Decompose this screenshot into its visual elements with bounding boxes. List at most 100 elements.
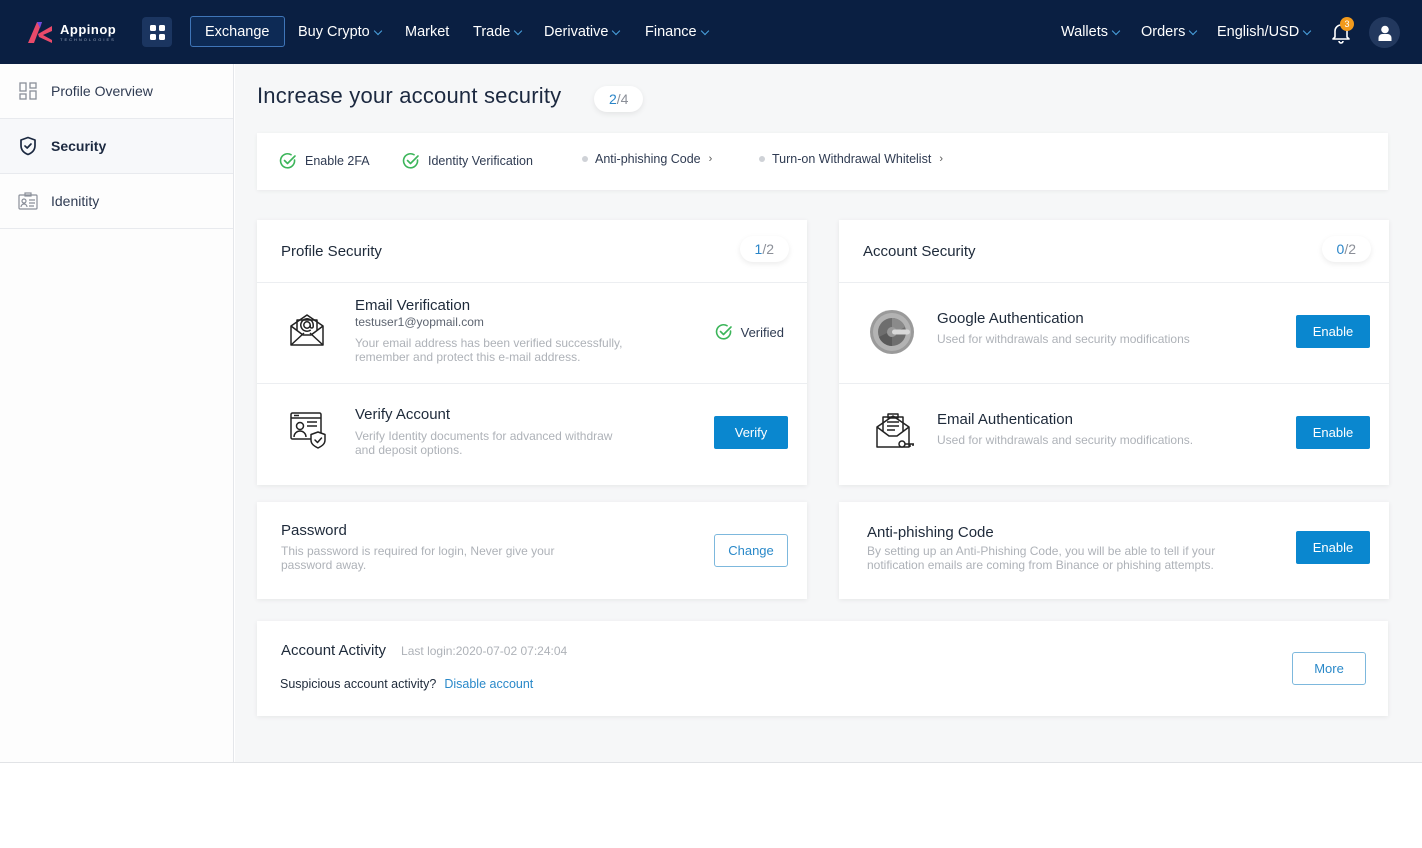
nav-derivative[interactable]: Derivative: [544, 20, 621, 44]
row-description: Used for withdrawals and security modifi…: [937, 433, 1194, 447]
nav-derivative-label: Derivative: [544, 24, 609, 40]
nav-language-label: English/USD: [1217, 24, 1300, 40]
shield-check-icon: [18, 136, 38, 156]
chevron-down-icon: [373, 26, 382, 35]
progress-done: 2: [609, 91, 617, 107]
chevron-down-icon: [1111, 26, 1121, 35]
disable-account-link[interactable]: Disable account: [444, 677, 533, 691]
profile-security-card: Profile Security 1/2 Email Verification …: [257, 220, 807, 485]
row-title: Google Authentication: [937, 310, 1084, 327]
chevron-down-icon: [514, 26, 523, 35]
step-anti-phishing-code[interactable]: Anti-phishing Code ›: [582, 152, 712, 166]
enable-email-auth-button[interactable]: Enable: [1296, 416, 1370, 449]
brand-tagline: TECHNOLOGIES: [60, 36, 116, 42]
user-avatar-button[interactable]: [1369, 17, 1400, 48]
sidebar-item-security[interactable]: Security: [0, 119, 233, 174]
footer-divider: [0, 762, 1422, 763]
verify-button[interactable]: Verify: [714, 416, 788, 449]
more-button[interactable]: More: [1292, 652, 1366, 685]
dashboard-icon: [18, 81, 38, 101]
nav-buy-crypto[interactable]: Buy Crypto: [298, 20, 382, 44]
nav-trade-label: Trade: [473, 24, 511, 40]
row-description: and deposit options.: [355, 443, 463, 457]
step-identity-verification[interactable]: Identity Verification: [402, 152, 533, 170]
check-circle-icon: [279, 153, 296, 169]
email-open-icon: [289, 312, 329, 352]
apps-menu-button[interactable]: [142, 17, 172, 47]
nav-wallets[interactable]: Wallets: [1061, 20, 1121, 44]
nav-orders[interactable]: Orders: [1141, 20, 1198, 44]
pending-dot-icon: [759, 156, 765, 162]
row-title: Email Verification: [355, 297, 471, 314]
user-icon: [1378, 25, 1391, 41]
progress-done: 0: [1336, 241, 1345, 257]
sidebar-item-profile-overview[interactable]: Profile Overview: [0, 64, 233, 119]
grid-icon: [149, 24, 165, 40]
row-description: remember and protect this e-mail address…: [355, 350, 581, 364]
step-label: Identity Verification: [428, 154, 533, 168]
overall-progress-badge: 2/4: [594, 86, 644, 112]
progress-total: /2: [1344, 241, 1356, 257]
change-password-button[interactable]: Change: [714, 534, 788, 567]
row-title: Verify Account: [355, 406, 451, 423]
row-description: Verify Identity documents for advanced w…: [355, 429, 613, 443]
profile-security-progress-badge: 1/2: [739, 236, 789, 262]
google-authentication-row: Google Authentication Used for withdrawa…: [839, 283, 1389, 384]
row-description: By setting up an Anti-Phishing Code, you…: [867, 544, 1216, 558]
verify-account-row: Verify Account Verify Identity documents…: [257, 384, 807, 485]
logo-mark-icon: [26, 20, 54, 44]
step-label: Turn-on Withdrawal Whitelist: [772, 152, 932, 166]
nav-market[interactable]: Market: [405, 20, 449, 44]
nav-exchange-label: Exchange: [205, 23, 270, 40]
nav-buy-crypto-label: Buy Crypto: [298, 24, 370, 40]
email-verification-row: Email Verification testuser1@yopmail.com…: [257, 283, 807, 384]
sidebar-item-identity[interactable]: Idenitity: [0, 174, 233, 229]
page-title: Increase your account security: [257, 83, 562, 108]
security-steps-card: Enable 2FA Identity Verification Anti-ph…: [257, 133, 1388, 190]
email-authentication-row: Email Authentication Used for withdrawal…: [839, 384, 1389, 485]
suspicious-activity-text: Suspicious account activity?: [280, 677, 437, 691]
account-security-card: Account Security 0/2 Google Authenticati…: [839, 220, 1389, 485]
id-card-icon: [18, 191, 38, 211]
chevron-right-icon: ›: [939, 153, 943, 165]
check-circle-icon: [715, 324, 732, 340]
enable-anti-phishing-button[interactable]: Enable: [1296, 531, 1370, 564]
progress-total: /4: [616, 91, 629, 107]
sidebar-item-label: Profile Overview: [51, 83, 153, 99]
nav-exchange[interactable]: Exchange: [190, 16, 285, 47]
email-key-icon: [875, 412, 915, 452]
card-title: Profile Security: [281, 243, 382, 260]
anti-phishing-card: Anti-phishing Code By setting up an Anti…: [839, 502, 1389, 599]
chevron-down-icon: [1189, 26, 1198, 35]
check-circle-icon: [402, 153, 419, 169]
brand-name: Appinop: [60, 21, 117, 37]
progress-total: /2: [762, 241, 774, 257]
password-card: Password This password is required for l…: [257, 502, 807, 599]
row-description: notification emails are coming from Bina…: [867, 558, 1214, 572]
account-security-progress-badge: 0/2: [1321, 236, 1371, 262]
card-title: Account Security: [863, 243, 976, 260]
status-label: Verified: [740, 324, 784, 340]
step-enable-2fa[interactable]: Enable 2FA: [279, 152, 370, 170]
google-authenticator-icon: [869, 309, 915, 355]
row-description: password away.: [281, 558, 367, 572]
nav-language-currency[interactable]: English/USD: [1217, 20, 1312, 44]
brand-logo[interactable]: Appinop TECHNOLOGIES: [26, 19, 130, 45]
enable-google-auth-button[interactable]: Enable: [1296, 315, 1370, 348]
last-login: Last login:2020-07-02 07:24:04: [401, 644, 568, 658]
nav-trade[interactable]: Trade: [473, 20, 523, 44]
card-title: Password: [281, 522, 347, 539]
sidebar-item-label: Idenitity: [51, 193, 100, 209]
main-content: Increase your account security 2/4 Enabl…: [235, 64, 1422, 763]
notification-badge: 3: [1340, 17, 1354, 31]
row-title: Email Authentication: [937, 411, 1073, 428]
chevron-down-icon: [612, 26, 621, 35]
pending-dot-icon: [582, 156, 588, 162]
nav-finance-label: Finance: [645, 24, 697, 40]
nav-finance[interactable]: Finance: [645, 20, 709, 44]
step-withdrawal-whitelist[interactable]: Turn-on Withdrawal Whitelist ›: [759, 152, 943, 166]
verified-status: Verified: [715, 323, 784, 341]
user-email: testuser1@yopmail.com: [355, 315, 484, 329]
card-title: Anti-phishing Code: [867, 524, 994, 541]
step-label: Anti-phishing Code: [595, 152, 701, 166]
